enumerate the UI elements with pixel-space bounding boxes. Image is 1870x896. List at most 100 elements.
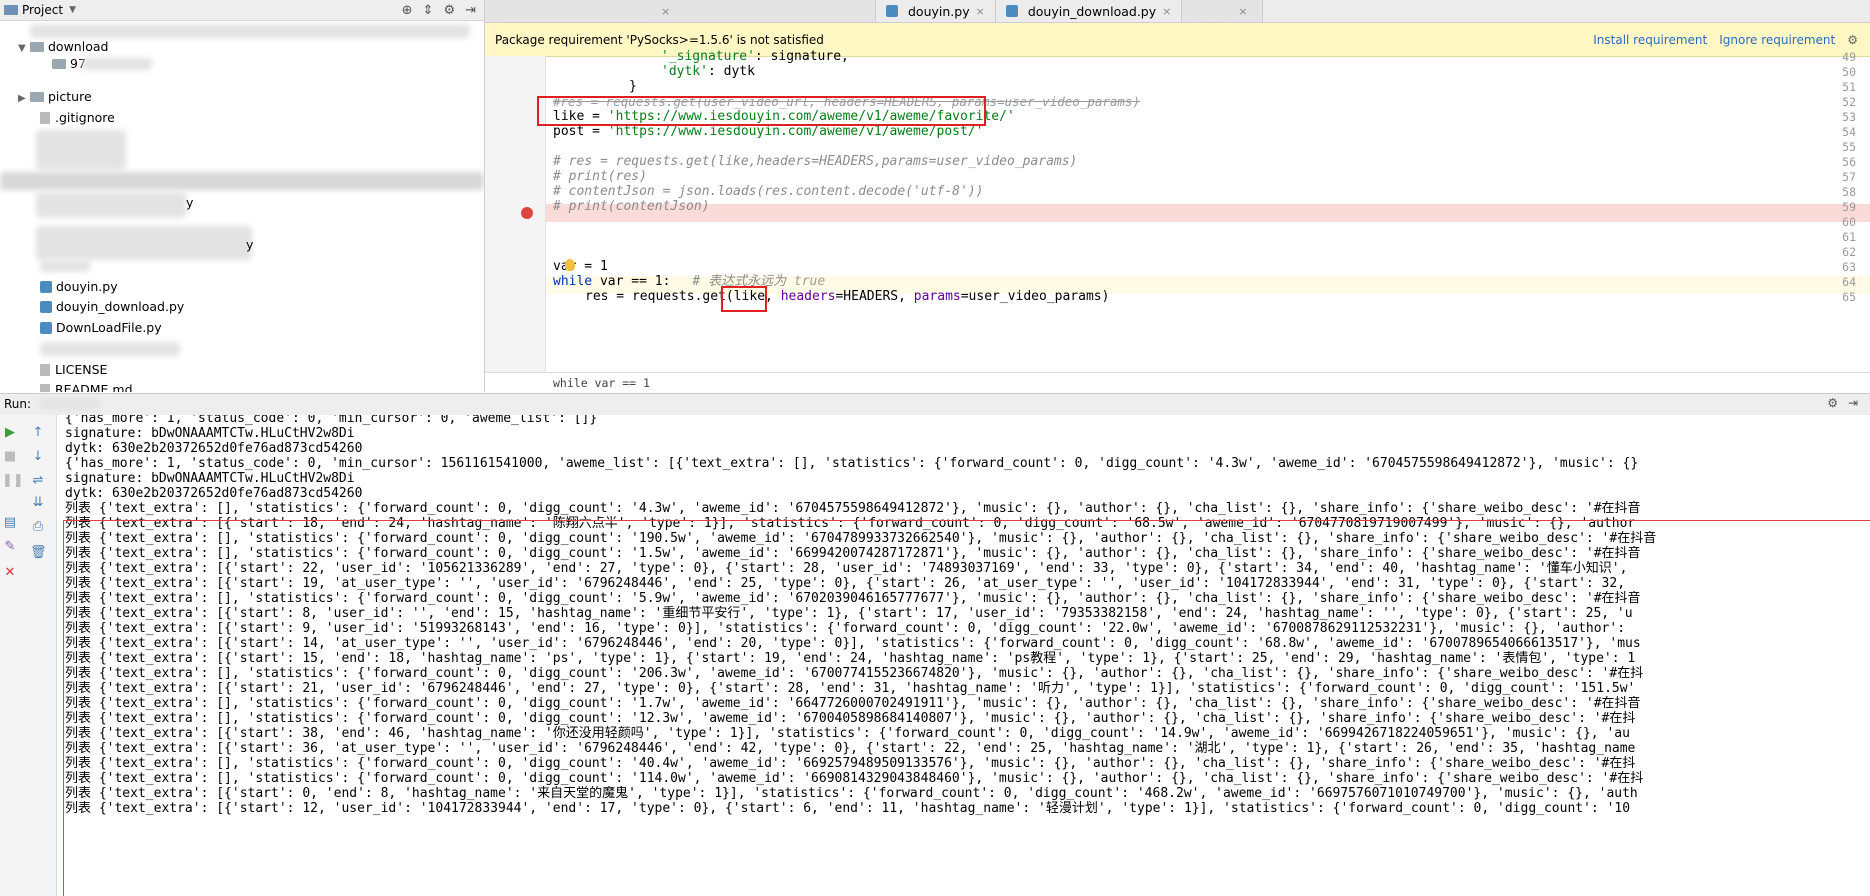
stop-icon[interactable]: ■ xyxy=(2,449,18,465)
run-label: Run: xyxy=(4,397,32,411)
tab-blurred-2[interactable]: × xyxy=(1182,0,1264,22)
tree-item-label: download xyxy=(48,39,109,54)
print-icon[interactable]: ⎙ xyxy=(30,519,46,535)
code-text: =HEADERS, xyxy=(835,289,914,304)
tab-label: douyin.py xyxy=(908,3,970,19)
intention-bulb-icon[interactable] xyxy=(565,259,575,271)
console-line: 列表 {'text_extra': [], 'statistics': {'fo… xyxy=(65,756,1636,771)
tree-item-label: y xyxy=(246,237,254,252)
project-panel: Project ▼ ⊕ ⇕ ⚙ ⇥ ▼ download 97 ▶ picture … xyxy=(0,0,485,392)
run-toolbar: ▶ ↑ ■ ↓ ❚❚ ⇌ ▤ ⇊ ✎ ⎙ ✕ 🗑 xyxy=(0,415,57,896)
close-icon[interactable]: × xyxy=(1162,5,1171,18)
code-area[interactable]: 49 50 51 52 53 54 55 56 57 58 59 60 61 6… xyxy=(485,49,1870,372)
tab-blurred-1[interactable]: × xyxy=(485,0,876,22)
console-line: 列表 {'text_extra': [], 'statistics': {'fo… xyxy=(65,771,1644,786)
project-panel-title[interactable]: Project xyxy=(22,3,63,17)
close-icon[interactable]: × xyxy=(1238,5,1247,18)
chevron-down-icon[interactable]: ▼ xyxy=(69,5,76,15)
scroll-down-icon[interactable]: ↓ xyxy=(30,449,46,465)
install-requirement-link[interactable]: Install requirement xyxy=(1593,33,1707,47)
collapse-icon[interactable]: ⇕ xyxy=(423,3,434,18)
locate-icon[interactable]: ⊕ xyxy=(402,3,413,18)
tab-label: douyin_download.py xyxy=(1027,3,1157,19)
tree-item-douyin-download-py[interactable]: douyin_download.py xyxy=(40,297,184,317)
blurred-tree-items xyxy=(40,342,180,356)
tree-item-label: y xyxy=(186,195,194,210)
run-panel-header: Run: ⚙ ⇥ xyxy=(0,393,1870,416)
console-line: dytk: 630e2b20372652d0fe76ad873cd54260 xyxy=(65,486,363,501)
rerun-icon[interactable]: ▶ xyxy=(2,425,18,441)
gear-icon[interactable]: ⚙ xyxy=(1847,33,1858,47)
chevron-down-icon[interactable]: ▼ xyxy=(18,39,30,59)
hide-icon[interactable]: ⇥ xyxy=(465,3,476,18)
file-icon xyxy=(40,112,50,124)
code-text: : dytk xyxy=(707,64,755,79)
tree-item-blurred-py-2[interactable]: y xyxy=(246,235,253,255)
console-line: 列表 {'text_extra': [{'start': 14, 'at_use… xyxy=(65,636,1641,651)
tree-item-picture[interactable]: ▶ picture xyxy=(18,87,92,107)
tree-item-readme[interactable]: README.md xyxy=(40,380,133,392)
gear-icon[interactable]: ⚙ xyxy=(443,3,455,18)
console-line: 列表 {'text_extra': [{'start': 0, 'end': 8… xyxy=(65,786,1638,801)
scroll-up-icon[interactable]: ↑ xyxy=(30,425,46,441)
code-text: =user_video_params) xyxy=(960,289,1110,304)
close-icon[interactable]: × xyxy=(976,5,985,18)
code-text: var == 1: xyxy=(592,274,671,289)
scroll-to-end-icon[interactable]: ⇊ xyxy=(30,495,46,511)
console-line: 列表 {'text_extra': [], 'statistics': {'fo… xyxy=(65,666,1644,681)
console-line: 列表 {'text_extra': [{'start': 9, 'user_id… xyxy=(65,621,1626,636)
tree-item-gitignore[interactable]: .gitignore xyxy=(40,108,115,128)
trash-icon[interactable]: 🗑 xyxy=(30,545,47,561)
gear-icon[interactable]: ⚙ xyxy=(1827,396,1838,410)
console-line: signature: bDwONAAAMTCTw.HLuCtHV2w8Di xyxy=(65,471,355,486)
console-line: 列表 {'text_extra': [], 'statistics': {'fo… xyxy=(65,696,1641,711)
console-line: dytk: 630e2b20372652d0fe76ad873cd54260 xyxy=(65,441,363,456)
tree-item-label: .gitignore xyxy=(55,110,115,125)
breakpoint-icon[interactable] xyxy=(521,207,533,219)
tree-item-97[interactable]: 97 xyxy=(52,54,86,74)
console-line: 列表 {'text_extra': [{'start': 22, 'user_i… xyxy=(65,561,1628,576)
code-text: res = requests.get( xyxy=(585,289,734,304)
blurred-tree-items xyxy=(36,226,252,260)
console-line: 列表 {'text_extra': [], 'statistics': {'fo… xyxy=(65,546,1641,561)
blurred-tree-items xyxy=(36,192,186,218)
tree-item-douyin-py[interactable]: douyin.py xyxy=(40,277,118,297)
blurred-project-root xyxy=(30,24,470,38)
python-file-icon xyxy=(40,281,52,293)
blurred-tree-items xyxy=(36,130,126,170)
hide-icon[interactable]: ⇥ xyxy=(1848,396,1858,410)
blurred-tree-items xyxy=(40,260,90,272)
console-line: {'has_more': 1, 'status_code': 0, 'min_c… xyxy=(65,415,598,426)
pause-icon[interactable]: ❚❚ xyxy=(2,473,24,489)
console-line: 列表 {'text_extra': [{'start': 18, 'end': … xyxy=(65,516,1636,531)
tree-item-downloadfile-py[interactable]: DownLoadFile.py xyxy=(40,318,162,338)
run-console[interactable]: {'has_more': 1, 'status_code': 0, 'min_c… xyxy=(57,415,1870,896)
code-keyword: while xyxy=(553,274,593,289)
tab-douyin-download-py[interactable]: douyin_download.py × xyxy=(996,0,1183,22)
tree-item-blurred-py[interactable]: y xyxy=(186,193,193,213)
editor-panel: × douyin.py × douyin_download.py × × Packa… xyxy=(485,0,1870,393)
layout-icon[interactable]: ▤ xyxy=(2,515,18,531)
blurred-tab-label xyxy=(1192,6,1233,16)
close-icon[interactable]: × xyxy=(661,5,670,18)
chevron-right-icon[interactable]: ▶ xyxy=(18,89,30,109)
pin-icon[interactable]: ✎ xyxy=(2,539,18,555)
python-file-icon xyxy=(40,301,52,313)
tab-douyin-py[interactable]: douyin.py × xyxy=(876,0,996,22)
tree-item-label: LICENSE xyxy=(55,362,108,377)
close-icon[interactable]: ✕ xyxy=(2,565,18,581)
code-string: 'https://www.iesdouyin.com/aweme/v1/awem… xyxy=(607,124,984,139)
code-text: post = xyxy=(553,124,608,139)
line-number: 65 xyxy=(1842,290,1856,304)
console-line: 列表 {'text_extra': [{'start': 21, 'user_i… xyxy=(65,681,1636,696)
code-line-59: # print(contentJson) xyxy=(553,199,710,214)
ignore-requirement-link[interactable]: Ignore requirement xyxy=(1719,33,1835,47)
highlight-box-like-url xyxy=(537,96,986,126)
code-string: 'dytk' xyxy=(661,64,708,79)
tree-item-license[interactable]: LICENSE xyxy=(40,360,107,380)
editor-breadcrumb[interactable]: while var == 1 xyxy=(485,372,1870,393)
soft-wrap-icon[interactable]: ⇌ xyxy=(30,473,46,489)
